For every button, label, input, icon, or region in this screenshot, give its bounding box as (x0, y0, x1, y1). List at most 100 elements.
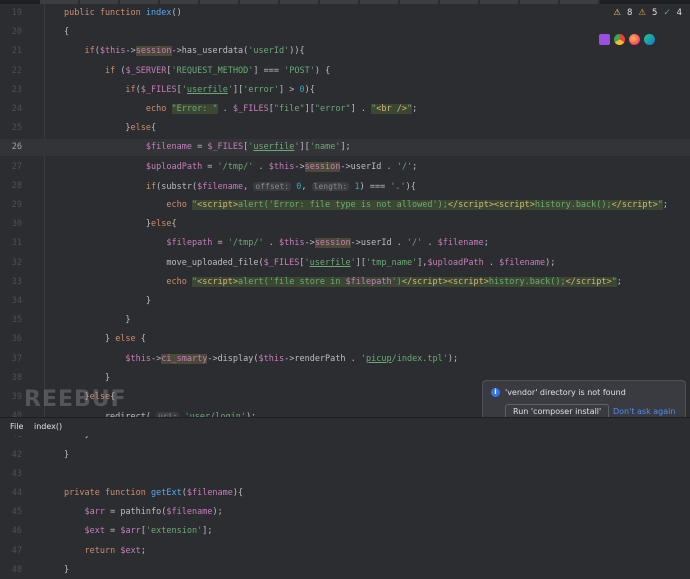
code-text[interactable]: if ($_SERVER['REQUEST_METHOD'] === 'POST… (64, 63, 330, 80)
code-text[interactable]: $filename = $_FILES['userfile']['name']; (64, 139, 351, 156)
code-line[interactable]: 36 } else { (0, 331, 690, 348)
code-line[interactable]: 42} (0, 447, 690, 464)
line-number: 42 (11, 449, 22, 460)
code-line[interactable]: 26 $filename = $_FILES['userfile']['name… (0, 139, 690, 157)
status-breadcrumb-method[interactable]: index() (34, 422, 62, 431)
line-number: 24 (11, 104, 22, 114)
line-number: 35 (11, 315, 22, 326)
line-number: 32 (11, 257, 22, 268)
inspection-widget[interactable]: ⚠ 8 ⚠ 5 ✓ 4 (613, 8, 682, 18)
code-line[interactable]: 24 echo "Error: " . $_FILES["file"]["err… (0, 101, 690, 118)
code-text[interactable]: public function index() (64, 5, 182, 22)
code-text[interactable]: } (64, 562, 69, 579)
line-number: 46 (11, 526, 22, 537)
code-text[interactable]: }else{ (64, 216, 177, 233)
code-text[interactable]: } (64, 293, 151, 310)
line-number: 23 (11, 84, 22, 95)
code-text[interactable]: $ext = $arr['extension']; (64, 523, 212, 540)
line-number: 36 (11, 334, 22, 345)
code-line[interactable]: 25 }else{ (0, 120, 690, 137)
code-text[interactable]: if(substr($filename, offset: 0, length: … (64, 178, 416, 196)
code-line[interactable]: 43 (0, 466, 690, 483)
line-number: 28 (11, 180, 22, 191)
line-number: 38 (11, 372, 22, 383)
watermark-logo: REEBUF (24, 387, 127, 412)
weak-warning-count: 5 (652, 8, 658, 18)
weak-warning-icon: ⚠ (638, 8, 647, 18)
code-text[interactable]: }else{ (64, 120, 156, 137)
code-line[interactable]: 45 $arr = pathinfo($filename); (0, 504, 690, 521)
line-number: 43 (11, 468, 22, 479)
code-line[interactable]: 20 { (0, 24, 690, 41)
code-line[interactable]: 35 } (0, 312, 690, 329)
line-number: 21 (11, 46, 22, 57)
line-number: 26 (11, 142, 22, 153)
code-text[interactable]: } (64, 312, 130, 329)
code-line[interactable]: 21 if($this->session->has_userdata('user… (0, 43, 690, 60)
code-line[interactable]: 34 } (0, 293, 690, 310)
line-number: 47 (11, 545, 22, 556)
line-number: 39 (11, 392, 22, 402)
line-number: 29 (11, 200, 22, 210)
code-text[interactable]: } else { (64, 331, 146, 348)
code-text[interactable]: return $ext; (64, 543, 145, 560)
editor-tabs[interactable] (40, 0, 600, 4)
code-text[interactable]: $uploadPath = '/tmp/' . $this->session->… (64, 159, 417, 176)
ok-count: 4 (676, 8, 682, 18)
code-line[interactable]: 27 $uploadPath = '/tmp/' . $this->sessio… (0, 159, 690, 176)
line-number: 19 (11, 8, 22, 18)
line-number: 20 (11, 27, 22, 38)
warning-icon: ⚠ (613, 8, 621, 18)
code-text[interactable]: echo "<script>alert('file store in $file… (64, 274, 622, 291)
info-icon: i (491, 388, 500, 397)
chrome-icon[interactable] (614, 34, 625, 45)
code-line[interactable]: 22 if ($_SERVER['REQUEST_METHOD'] === 'P… (0, 63, 690, 80)
code-text[interactable]: } (64, 370, 110, 387)
notification-message: 'vendor' directory is not found (505, 388, 626, 397)
code-text[interactable]: { (64, 24, 69, 41)
line-number: 22 (11, 65, 22, 76)
browser-preview-toolbar (596, 32, 658, 47)
line-number: 25 (11, 123, 22, 134)
code-line[interactable]: 48} (0, 562, 690, 579)
line-number: 31 (11, 238, 22, 249)
code-line[interactable]: 46 $ext = $arr['extension']; (0, 523, 690, 540)
status-bar: File index() (0, 417, 690, 436)
code-text[interactable]: $filepath = '/tmp/' . $this->session->us… (64, 235, 489, 252)
code-line[interactable]: 31 $filepath = '/tmp/' . $this->session-… (0, 235, 690, 252)
editor-tab-strip (0, 0, 690, 4)
line-number: 33 (11, 276, 22, 287)
firefox-icon[interactable] (629, 34, 640, 45)
code-text[interactable]: if($_FILES['userfile']['error'] > 0){ (64, 82, 314, 99)
code-line[interactable]: 37 $this->ci_smarty->display($this->rend… (0, 351, 690, 368)
code-line[interactable]: 28 if(substr($filename, offset: 0, lengt… (0, 178, 690, 195)
code-text[interactable]: } (64, 447, 69, 464)
code-line[interactable]: 44 private function getExt($filename){ (0, 485, 690, 502)
code-text[interactable]: private function getExt($filename){ (64, 485, 243, 502)
line-number: 37 (11, 353, 22, 364)
warning-count: 8 (626, 8, 633, 18)
status-file-label[interactable]: File (10, 422, 23, 431)
edge-icon[interactable] (644, 34, 655, 45)
code-text[interactable]: echo "Error: " . $_FILES["file"]["error"… (64, 101, 417, 118)
code-line[interactable]: 32 move_uploaded_file($_FILES['userfile'… (0, 255, 690, 272)
code-text[interactable]: if($this->session->has_userdata('userId'… (64, 43, 305, 60)
line-number: 44 (11, 488, 22, 498)
code-text[interactable]: move_uploaded_file($_FILES['userfile']['… (64, 255, 555, 272)
code-line[interactable]: 19 public function index() (0, 5, 690, 22)
code-line[interactable]: 29 echo "<script>alert('Error: file type… (0, 197, 690, 214)
line-number: 27 (11, 161, 22, 172)
check-icon: ✓ (663, 8, 671, 18)
code-text[interactable]: echo "<script>alert('Error: file type is… (64, 197, 668, 214)
line-number: 30 (11, 219, 22, 230)
code-line[interactable]: 30 }else{ (0, 216, 690, 233)
dont-ask-again-link[interactable]: Don't ask again (613, 407, 675, 416)
code-text[interactable]: $arr = pathinfo($filename); (64, 504, 222, 521)
line-number: 48 (11, 564, 22, 575)
code-line[interactable]: 47 return $ext; (0, 543, 690, 560)
line-number: 45 (11, 507, 22, 518)
code-line[interactable]: 23 if($_FILES['userfile']['error'] > 0){ (0, 82, 690, 99)
code-line[interactable]: 33 echo "<script>alert('file store in $f… (0, 274, 690, 291)
code-text[interactable]: $this->ci_smarty->display($this->renderP… (64, 351, 458, 368)
phpstorm-icon[interactable] (599, 34, 610, 45)
